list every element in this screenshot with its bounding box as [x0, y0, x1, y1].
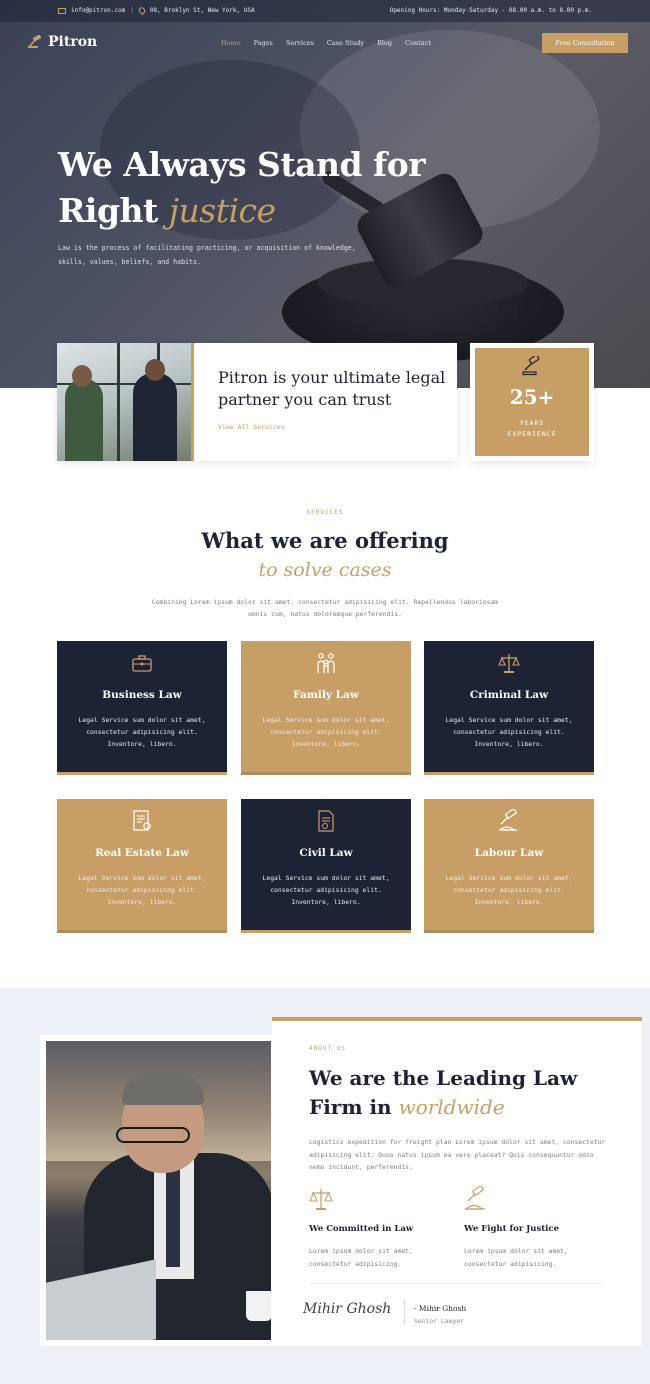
services-description: Combining Lorem ipsum dolor sit amet, co… — [151, 598, 499, 618]
about-photo-frame — [40, 1035, 277, 1346]
view-all-services-link[interactable]: View All Services — [218, 423, 285, 431]
topbar-separator: | — [130, 7, 134, 14]
gavel-icon — [498, 809, 517, 831]
person-head — [145, 359, 165, 381]
person-head — [72, 365, 92, 387]
service-description: Legal Service sum dolor sit amet, consec… — [445, 716, 573, 748]
about-card: ABOUT US We are the Leading Law Firm in … — [272, 1017, 642, 1346]
location-pin-icon — [137, 5, 147, 16]
service-description: Legal Service sum dolor sit amet, consec… — [78, 716, 206, 748]
hero-title-line1: We Always Stand for — [58, 145, 426, 184]
experience-card: 25+ YEARS EXPERIENCE — [470, 343, 594, 461]
nav-link-services[interactable]: Services — [286, 39, 314, 47]
hero-title: We Always Stand for Right justice — [58, 142, 426, 234]
service-title: Family Law — [293, 689, 359, 701]
intro-headline: Pitron is your ultimate legal partner yo… — [218, 368, 446, 409]
nav-link-case-study[interactable]: Case Study — [327, 39, 364, 47]
hero-description: Law is the process of facilitating pract… — [58, 244, 356, 266]
nav-link-contact[interactable]: Contact — [405, 39, 431, 47]
laptop — [46, 1259, 156, 1340]
service-description: Legal Service sum dolor sit amet, consec… — [445, 874, 573, 906]
service-title: Real Estate Law — [95, 847, 189, 859]
about-divider — [309, 1283, 605, 1284]
topbar-hours: Opening Hours: Monday-Saturday - 08.00 a… — [389, 7, 592, 14]
service-description: Legal Service sum dolor sit amet, consec… — [78, 874, 206, 906]
feature-description: Lorem ipsum dolor sit amet, consectetur … — [464, 1247, 568, 1268]
signature: Mihir Ghosh — [303, 1301, 392, 1317]
document-icon — [318, 810, 334, 832]
lawyer-photo — [46, 1041, 271, 1340]
scales-icon — [309, 1189, 333, 1210]
coffee-cup — [246, 1291, 271, 1321]
topbar-address: 08, Broklyn St, New York, USA — [149, 7, 255, 14]
service-card-real-estate-law[interactable]: Real Estate Law Legal Service sum dolor … — [57, 799, 227, 933]
window-frame — [117, 343, 120, 461]
top-info-bar: info@pitron.com | 08, Broklyn St, New Yo… — [0, 0, 650, 22]
about-card-accent-bar — [272, 1017, 642, 1021]
feature-title: We Fight for Justice — [464, 1224, 559, 1234]
feature-title: We Committed in Law — [309, 1224, 414, 1234]
free-consultation-button[interactable]: Free Consultation — [542, 33, 628, 53]
experience-card-inner: 25+ YEARS EXPERIENCE — [475, 348, 589, 456]
person-figure — [65, 379, 103, 461]
about-eyebrow: ABOUT US — [309, 1045, 346, 1052]
service-card-civil-law[interactable]: Civil Law Legal Service sum dolor sit am… — [241, 799, 411, 933]
service-description: Legal Service sum dolor sit amet, consec… — [262, 716, 390, 748]
handshake-photo — [57, 343, 194, 461]
service-title: Civil Law — [299, 847, 353, 859]
service-description: Legal Service sum dolor sit amet, consec… — [262, 874, 390, 906]
about-title-line1: We are the Leading Law — [309, 1066, 578, 1090]
service-card-criminal-law[interactable]: Criminal Law Legal Service sum dolor sit… — [424, 641, 594, 775]
about-title: We are the Leading Law Firm in worldwide — [309, 1064, 609, 1122]
nav-link-pages[interactable]: Pages — [254, 39, 273, 47]
gavel-logo-icon — [28, 35, 42, 48]
service-card-business-law[interactable]: Business Law Legal Service sum dolor sit… — [57, 641, 227, 775]
services-eyebrow: SERVICES — [306, 509, 344, 516]
scales-icon — [498, 654, 520, 673]
service-title: Business Law — [102, 689, 182, 701]
contract-icon — [133, 810, 151, 831]
mail-icon — [58, 7, 66, 14]
hero-section: info@pitron.com | 08, Broklyn St, New Yo… — [0, 0, 650, 388]
services-title-accent: to solve cases — [258, 559, 392, 581]
service-title: Criminal Law — [469, 689, 549, 701]
service-card-family-law[interactable]: Family Law Legal Service sum dolor sit a… — [241, 641, 411, 775]
logo-text: Pitron — [48, 34, 98, 50]
gavel-icon — [464, 1186, 485, 1210]
intro-card: Pitron is your ultimate legal partner yo… — [57, 343, 457, 461]
feature-description: Lorem ipsum dolor sit amet, consectetur … — [309, 1247, 413, 1268]
lawyer-glasses — [116, 1127, 190, 1143]
service-title: Labour Law — [474, 847, 544, 859]
family-icon — [317, 653, 335, 673]
about-title-accent: worldwide — [398, 1095, 505, 1119]
experience-label-line1: YEARS — [519, 419, 545, 427]
signature-separator — [404, 1299, 405, 1325]
site-logo[interactable]: Pitron — [28, 34, 97, 50]
person-figure — [133, 373, 177, 461]
services-title: What we are offering — [201, 528, 449, 553]
experience-label-line2: EXPERIENCE — [507, 430, 557, 438]
hero-title-line2-plain: Right — [58, 191, 158, 230]
signer-name: - Mihir Ghosh — [414, 1304, 467, 1313]
topbar-email[interactable]: info@pitron.com — [71, 7, 125, 14]
lawyer-hair — [122, 1073, 204, 1105]
hero-title-accent: justice — [168, 191, 276, 230]
briefcase-icon — [132, 655, 152, 672]
lawyer-tie — [166, 1167, 180, 1267]
nav-link-blog[interactable]: Blog — [377, 39, 392, 47]
nav-menu: Home Pages Services Case Study Blog Cont… — [221, 39, 431, 47]
service-card-labour-law[interactable]: Labour Law Legal Service sum dolor sit a… — [424, 799, 594, 933]
about-title-line2-plain: Firm in — [309, 1095, 392, 1119]
nav-link-home[interactable]: Home — [221, 39, 241, 47]
experience-label: YEARS EXPERIENCE — [475, 418, 589, 440]
about-description: Logistics expedition for freight plan Lo… — [309, 1138, 606, 1171]
experience-number: 25+ — [509, 385, 555, 409]
gavel-icon — [522, 356, 540, 376]
main-navbar: Pitron Home Pages Services Case Study Bl… — [0, 22, 650, 64]
intro-accent-line — [191, 343, 194, 461]
signer-role: Senior Lawyer — [414, 1317, 465, 1325]
